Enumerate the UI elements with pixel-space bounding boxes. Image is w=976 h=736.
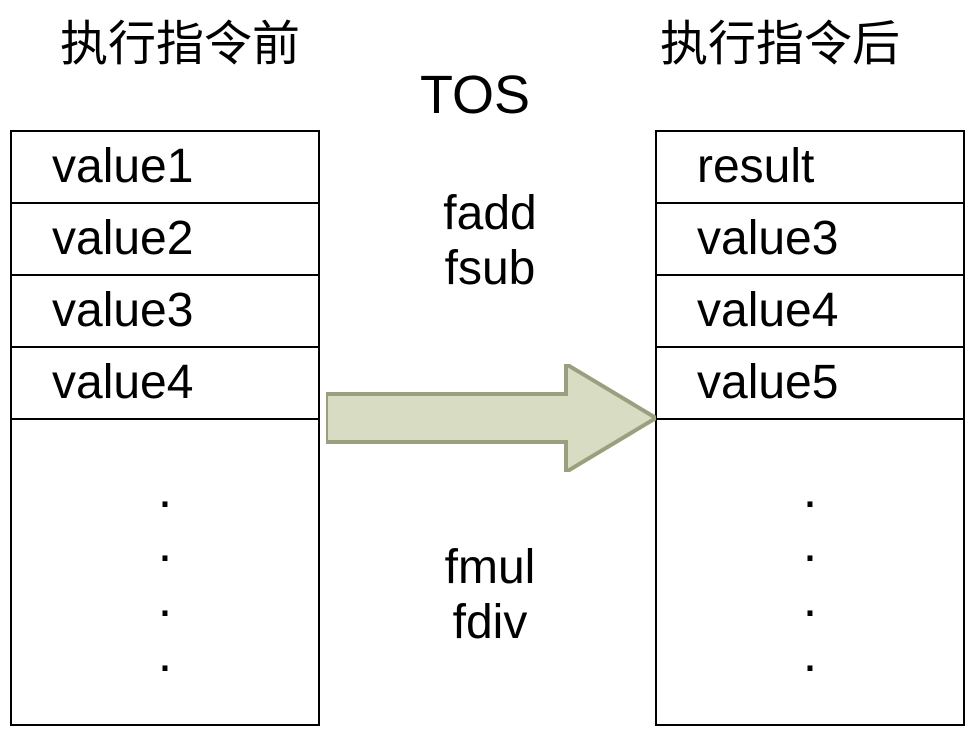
diagram-root: 执行指令前 执行指令后 TOS value1 value2 value3 val… — [0, 0, 976, 736]
stack-before: value1 value2 value3 value4 . . . . — [10, 130, 320, 726]
stack-after-cell: value3 — [657, 204, 963, 276]
stack-after-cell: value5 — [657, 348, 963, 420]
instruction-group-1: fadd fsub — [410, 186, 570, 296]
title-after: 执行指令后 — [660, 4, 900, 74]
stack-before-cell: value3 — [12, 276, 318, 348]
arrow-right-icon — [326, 364, 656, 472]
stack-before-cell: value2 — [12, 204, 318, 276]
instruction-label: fdiv — [410, 595, 570, 650]
instruction-label: fmul — [410, 540, 570, 595]
stack-after-cell: result — [657, 132, 963, 204]
stack-before-cell: value4 — [12, 348, 318, 420]
instruction-group-2: fmul fdiv — [410, 540, 570, 650]
stack-before-ellipsis: . . . . — [12, 420, 318, 724]
stack-before-cell: value1 — [12, 132, 318, 204]
stack-after: result value3 value4 value5 . . . . — [655, 130, 965, 726]
title-before: 执行指令前 — [60, 4, 300, 74]
stack-after-cell: value4 — [657, 276, 963, 348]
tos-label: TOS — [420, 64, 530, 126]
instruction-label: fsub — [410, 241, 570, 296]
stack-after-ellipsis: . . . . — [657, 420, 963, 724]
instruction-label: fadd — [410, 186, 570, 241]
